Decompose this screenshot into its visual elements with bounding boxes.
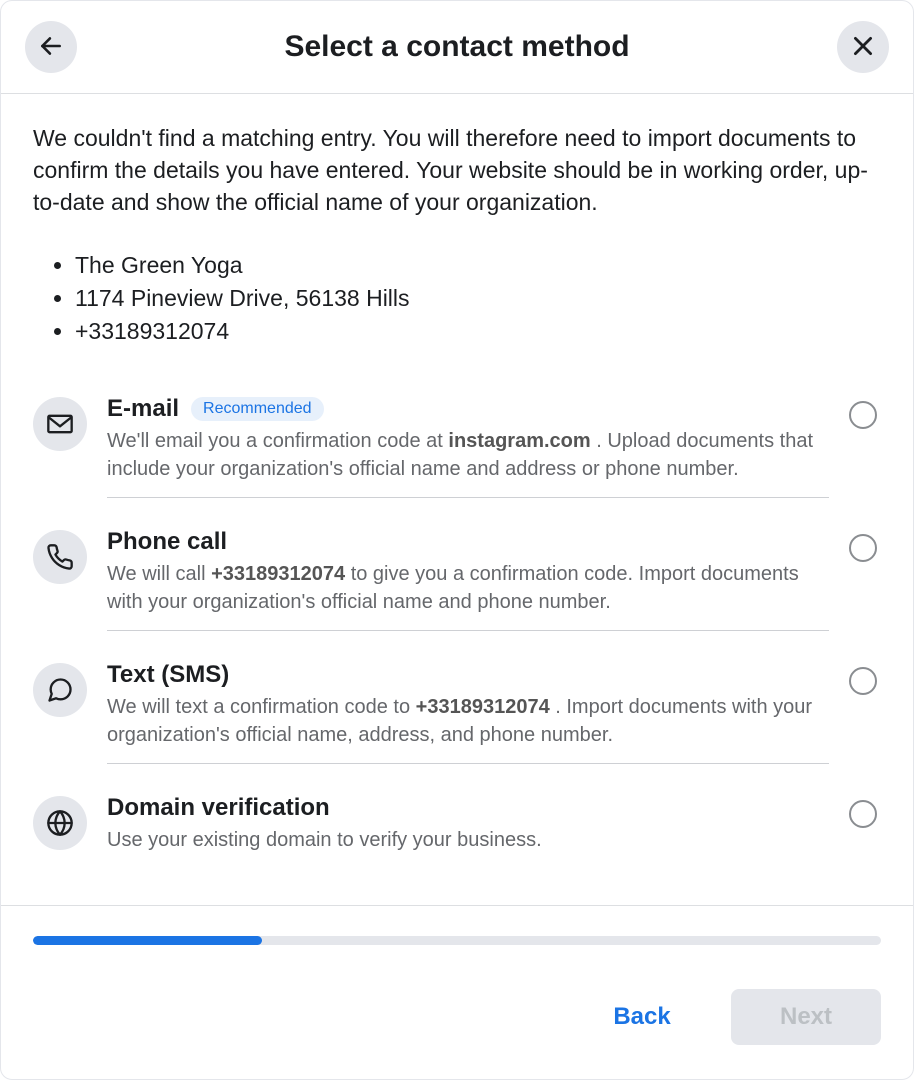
option-email-desc: We'll email you a confirmation code at i…	[107, 427, 829, 483]
modal-header: Select a contact method	[1, 1, 913, 94]
modal-footer: Back Next	[1, 905, 913, 1079]
detail-address: 1174 Pineview Drive, 56138 Hills	[75, 282, 881, 315]
arrow-left-icon	[38, 33, 64, 62]
close-button[interactable]	[837, 21, 889, 73]
progress-fill	[33, 936, 262, 945]
option-phone[interactable]: Phone call We will call +33189312074 to …	[33, 512, 881, 645]
options-list: E-mail Recommended We'll email you a con…	[33, 379, 881, 868]
option-email-title: E-mail	[107, 395, 179, 423]
option-domain-radio[interactable]	[849, 800, 877, 828]
detail-name: The Green Yoga	[75, 249, 881, 282]
option-sms[interactable]: Text (SMS) We will text a confirmation c…	[33, 645, 881, 778]
progress-bar	[33, 936, 881, 945]
recommended-badge: Recommended	[191, 397, 324, 421]
modal-body: We couldn't find a matching entry. You w…	[1, 94, 913, 905]
option-domain[interactable]: Domain verification Use your existing do…	[33, 778, 881, 868]
option-domain-desc: Use your existing domain to verify your …	[107, 826, 829, 854]
business-details-list: The Green Yoga 1174 Pineview Drive, 5613…	[33, 249, 881, 349]
option-email-radio[interactable]	[849, 401, 877, 429]
option-domain-title: Domain verification	[107, 794, 330, 822]
detail-phone: +33189312074	[75, 315, 881, 348]
contact-method-modal: Select a contact method We couldn't find…	[0, 0, 914, 1080]
back-icon-button[interactable]	[25, 21, 77, 73]
option-sms-title: Text (SMS)	[107, 661, 229, 689]
back-button[interactable]: Back	[567, 989, 717, 1045]
close-icon	[850, 33, 876, 62]
option-sms-desc: We will text a confirmation code to +331…	[107, 693, 829, 749]
option-phone-radio[interactable]	[849, 534, 877, 562]
phone-icon	[33, 530, 87, 584]
mail-icon	[33, 397, 87, 451]
globe-icon	[33, 796, 87, 850]
chat-icon	[33, 663, 87, 717]
modal-title: Select a contact method	[77, 30, 837, 64]
option-phone-desc: We will call +33189312074 to give you a …	[107, 560, 829, 616]
option-sms-radio[interactable]	[849, 667, 877, 695]
next-button[interactable]: Next	[731, 989, 881, 1045]
option-email[interactable]: E-mail Recommended We'll email you a con…	[33, 379, 881, 512]
intro-text: We couldn't find a matching entry. You w…	[33, 122, 881, 219]
option-phone-title: Phone call	[107, 528, 227, 556]
